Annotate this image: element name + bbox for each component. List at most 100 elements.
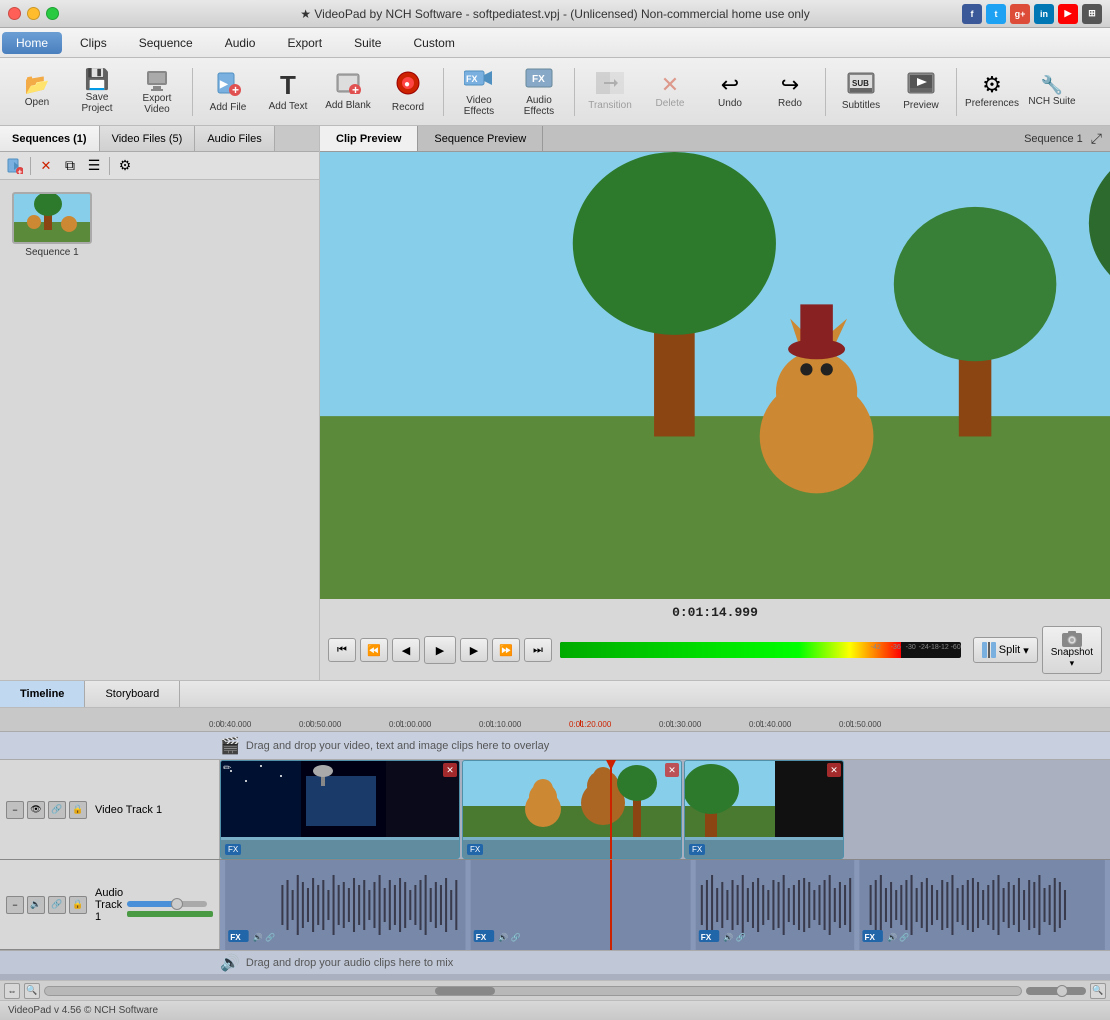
track-eye-btn[interactable]: 👁 (27, 801, 45, 819)
tab-audio-files[interactable]: Audio Files (195, 126, 274, 151)
video-track-content[interactable]: ✏ ✕ (220, 760, 1110, 859)
volume-slider[interactable] (127, 901, 207, 907)
tab-sequence-preview[interactable]: Sequence Preview (418, 126, 543, 151)
panel-settings-btn[interactable]: ⚙ (114, 155, 136, 177)
tab-video-files[interactable]: Video Files (5) (100, 126, 196, 151)
skip-to-start-button[interactable]: ⏮ (328, 638, 356, 662)
playhead (610, 760, 612, 859)
audio-mute-btn[interactable]: 🔊 (27, 896, 45, 914)
menu-home[interactable]: Home (2, 32, 62, 54)
audio-link-btn[interactable]: 🔗 (48, 896, 66, 914)
panel-duplicate-btn[interactable]: ⧉ (59, 155, 81, 177)
save-project-button[interactable]: 💾 Save Project (68, 63, 126, 121)
clip-close-btn[interactable]: ✕ (665, 763, 679, 777)
linkedin-icon[interactable]: in (1034, 4, 1054, 24)
timeline-ruler: 0:00:40.000 0:00:50.000 0:01:00.000 0:01… (0, 708, 1110, 732)
step-forward-button[interactable]: ⏩ (492, 638, 520, 662)
skip-to-end-button[interactable]: ⏭ (524, 638, 552, 662)
nch-suite-button[interactable]: 🔧 NCH Suite (1023, 63, 1081, 121)
menu-sequence[interactable]: Sequence (125, 32, 207, 54)
track-collapse-btn[interactable]: − (6, 801, 24, 819)
audio-collapse-btn[interactable]: − (6, 896, 24, 914)
preview-button[interactable]: Preview (892, 63, 950, 121)
nch-suite-icon: 🔧 (1041, 76, 1063, 94)
svg-text:▶: ▶ (219, 79, 229, 90)
menu-export[interactable]: Export (273, 32, 336, 54)
svg-text:🔊: 🔊 (723, 932, 733, 943)
zoom-out-btn[interactable]: 🔍 (24, 983, 40, 999)
menu-clips[interactable]: Clips (66, 32, 121, 54)
step-back-button[interactable]: ⏪ (360, 638, 388, 662)
clip-close-btn[interactable]: ✕ (827, 763, 841, 777)
add-text-button[interactable]: T Add Text (259, 63, 317, 121)
audio-effects-button[interactable]: FX Audio Effects (510, 63, 568, 121)
tl-clip-space[interactable]: ✏ ✕ (220, 760, 460, 859)
record-button[interactable]: ● Record (379, 63, 437, 121)
menu-suite[interactable]: Suite (340, 32, 395, 54)
tl-clip-tree[interactable]: ✕ (684, 760, 844, 859)
export-video-button[interactable]: Export Video (128, 63, 186, 121)
clip-thumb-tree (685, 761, 843, 840)
list-item[interactable]: Sequence 1 (12, 192, 92, 258)
svg-text:FX: FX (532, 74, 545, 85)
play-button[interactable]: ▶ (424, 636, 456, 664)
panel-delete-btn[interactable]: ✕ (35, 155, 57, 177)
preferences-button[interactable]: ⚙ Preferences (963, 63, 1021, 121)
subtitles-button[interactable]: SUB Subtitles (832, 63, 890, 121)
open-label: Open (25, 97, 49, 108)
playhead-knob[interactable] (1056, 985, 1068, 997)
panel-add-btn[interactable]: + (4, 155, 26, 177)
sep1 (192, 68, 193, 116)
audio-track-content[interactable]: FX 🔊 🔗 FX 🔊 🔗 FX 🔊 🔗 (220, 860, 1110, 950)
tab-timeline[interactable]: Timeline (0, 681, 85, 707)
add-text-label: Add Text (269, 101, 308, 112)
record-label: Record (392, 102, 424, 113)
video-effects-button[interactable]: FX Video Effects (450, 63, 508, 121)
menu-custom[interactable]: Custom (399, 32, 468, 54)
open-button[interactable]: 📂 Open (8, 63, 66, 121)
track-link-btn[interactable]: 🔗 (48, 801, 66, 819)
facebook-icon[interactable]: f (962, 4, 982, 24)
add-blank-button[interactable]: + Add Blank (319, 63, 377, 121)
zoom-in-btn[interactable]: 🔍 (1090, 983, 1106, 999)
maximize-button[interactable] (46, 7, 59, 20)
audio-lock-btn[interactable]: 🔒 (69, 896, 87, 914)
grid-icon[interactable]: ⊞ (1082, 4, 1102, 24)
scroll-track[interactable] (44, 986, 1022, 996)
twitter-icon[interactable]: t (986, 4, 1006, 24)
menu-audio[interactable]: Audio (211, 32, 270, 54)
youtube-icon[interactable]: ▶ (1058, 4, 1078, 24)
tab-clip-preview[interactable]: Clip Preview (320, 126, 418, 151)
tl-clip-action[interactable]: ✕ (462, 760, 682, 859)
window-controls[interactable] (8, 7, 59, 20)
playhead-slider[interactable] (1026, 987, 1086, 995)
fast-forward-button[interactable]: ▶ (460, 638, 488, 662)
clip-close-btn[interactable]: ✕ (443, 763, 457, 777)
delete-label: Delete (656, 98, 685, 109)
video-track-name: Video Track 1 (95, 804, 162, 816)
add-file-button[interactable]: ▶+ Add File (199, 63, 257, 121)
volume-knob[interactable] (171, 898, 183, 910)
snapshot-dropdown-icon[interactable]: ▾ (1070, 658, 1075, 669)
expand-icon[interactable]: ⤢ (1091, 130, 1102, 147)
scroll-left-btn[interactable]: ⇔ (4, 983, 20, 999)
panel-list-btn[interactable]: ☰ (83, 155, 105, 177)
tab-storyboard[interactable]: Storyboard (85, 681, 180, 707)
split-button[interactable]: Split ▾ (973, 637, 1038, 663)
track-lock-btn[interactable]: 🔒 (69, 801, 87, 819)
social-links: f t g+ in ▶ ⊞ (962, 4, 1102, 24)
redo-button[interactable]: ↪ Redo (761, 63, 819, 121)
split-dropdown-icon[interactable]: ▾ (1023, 644, 1029, 657)
rewind-button[interactable]: ◀ (392, 638, 420, 662)
snapshot-button[interactable]: Snapshot ▾ (1042, 626, 1102, 674)
close-button[interactable] (8, 7, 21, 20)
tab-sequences[interactable]: Sequences (1) (0, 126, 100, 151)
undo-button[interactable]: ↩ Undo (701, 63, 759, 121)
export-icon (145, 69, 169, 91)
google-icon[interactable]: g+ (1010, 4, 1030, 24)
svg-text:+: + (18, 167, 23, 174)
scroll-thumb[interactable] (435, 987, 495, 995)
minimize-button[interactable] (27, 7, 40, 20)
nch-suite-label: NCH Suite (1028, 96, 1075, 107)
controls-row: ⏮ ⏪ ◀ ▶ ▶ ⏩ ⏭ -42 -36 -30 -24 -18 -12 (328, 626, 1102, 674)
